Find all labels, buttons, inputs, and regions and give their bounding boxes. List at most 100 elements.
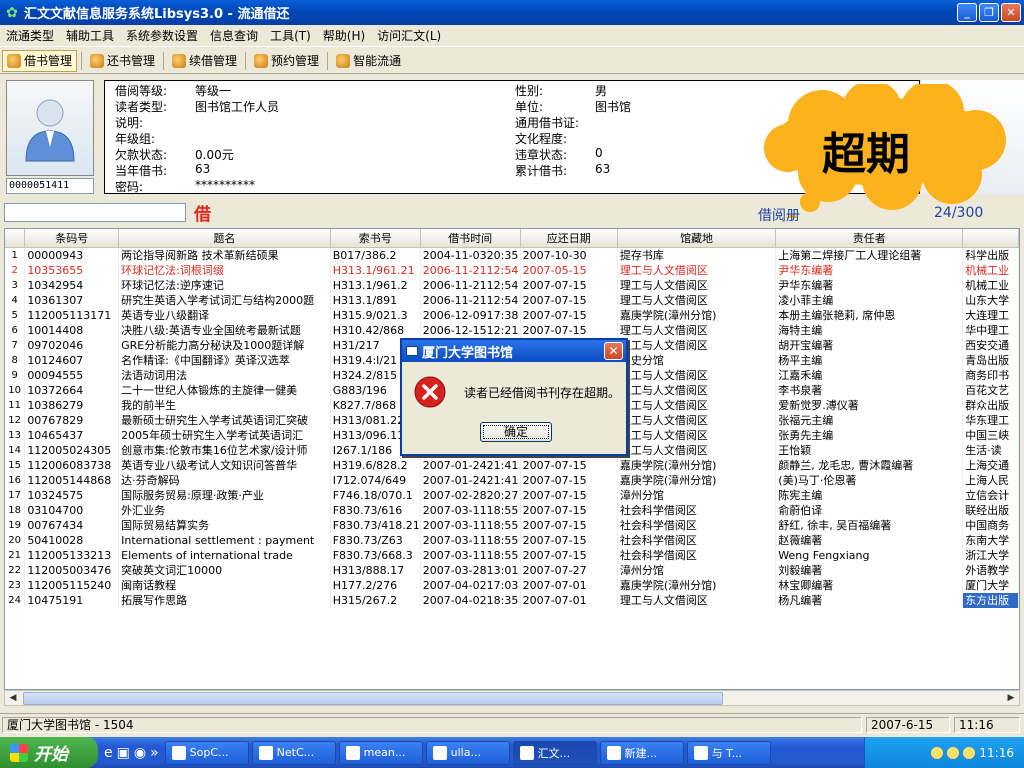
error-icon bbox=[414, 376, 446, 408]
barcode-cell: 112005024305 bbox=[24, 442, 120, 458]
table-row[interactable]: 20 50410028 International settlement : pay… bbox=[5, 532, 1019, 548]
task-list: SopC... NetC... mean... ulla... 汇文... 新建... 与 … bbox=[164, 740, 774, 765]
dialog-title-bar: 厦门大学图书馆 bbox=[402, 340, 626, 362]
reader-id-field[interactable]: 0000051411 bbox=[6, 178, 94, 194]
smart-circulation-button[interactable]: 智能流通 bbox=[332, 50, 405, 72]
title-bar: ✿ 汇文文献信息服务系统Libsys3.0 - 流通借还 _ ❐ ✕ bbox=[0, 0, 1024, 25]
minimize-button[interactable]: _ bbox=[957, 3, 977, 22]
call-number-cell: H313.1/891 bbox=[330, 292, 421, 308]
col-due-date[interactable]: 应还日期 bbox=[520, 229, 618, 248]
menu-tools[interactable]: 工具(T) bbox=[264, 27, 317, 44]
taskbar-task[interactable]: ulla... bbox=[425, 740, 510, 765]
tray-icon[interactable] bbox=[963, 746, 976, 759]
table-row[interactable]: 4 10361307 研究生英语入学考试词汇与结构2000题 H313.1/891 20… bbox=[5, 292, 1019, 308]
borrow-time-cell: 2006-11-2112:54 bbox=[420, 292, 521, 308]
table-row[interactable]: 23 112005115240 闽南话教程 H177.2/276 2007-04-021… bbox=[5, 577, 1019, 593]
user-silhouette-icon bbox=[25, 99, 75, 162]
table-row[interactable]: 21 112005133213 Elements of international … bbox=[5, 547, 1019, 563]
taskbar-task[interactable]: SopC... bbox=[164, 740, 249, 765]
title-cell: 闽南话教程 bbox=[118, 577, 331, 593]
menu-visit-huiwen[interactable]: 访问汇文(L) bbox=[371, 27, 447, 44]
taskbar-task[interactable]: 汇文... bbox=[512, 740, 597, 765]
barcode-cell: 00000943 bbox=[24, 247, 120, 263]
close-button[interactable]: ✕ bbox=[1001, 3, 1021, 22]
publisher-cell: 东方出版 bbox=[962, 592, 1019, 608]
location-cell: 社会科学借阅区 bbox=[617, 532, 777, 548]
menu-aux-tools[interactable]: 辅助工具 bbox=[60, 27, 120, 44]
title-cell: 英语专业八级考试人文知识问答普华 bbox=[118, 457, 331, 473]
status-bar: 厦门大学图书馆 - 1504 2007-6-15 11:16 bbox=[0, 713, 1024, 735]
unit-value: 图书馆 bbox=[595, 100, 632, 114]
table-row[interactable]: 22 112005003476 突破英文词汇10000 H313/888.17 2007… bbox=[5, 562, 1019, 578]
desktop-icon[interactable]: ▣ bbox=[117, 745, 130, 761]
col-title[interactable]: 题名 bbox=[118, 229, 331, 248]
scroll-thumb[interactable] bbox=[23, 692, 723, 705]
reserve-manage-button[interactable]: 预约管理 bbox=[250, 50, 323, 72]
menu-info-query[interactable]: 信息查询 bbox=[204, 27, 264, 44]
table-row[interactable]: 19 00767434 国际贸易结算实务 F830.73/418.21 2007-03-… bbox=[5, 517, 1019, 533]
col-publisher[interactable] bbox=[962, 229, 1019, 248]
taskbar-task[interactable]: 新建... bbox=[599, 740, 684, 765]
col-call-number[interactable]: 索书号 bbox=[330, 229, 421, 248]
table-row[interactable]: 17 10324575 国际服务贸易:原理·政策·产业 F746.18/070.1 20… bbox=[5, 487, 1019, 503]
taskbar-task[interactable]: 与 T... bbox=[686, 740, 771, 765]
col-barcode[interactable]: 条码号 bbox=[24, 229, 120, 248]
more-icon[interactable]: » bbox=[150, 745, 159, 761]
horizontal-scrollbar[interactable]: ◀ ▶ bbox=[4, 690, 1020, 706]
table-row[interactable]: 3 10342954 环球记忆法:逆序速记 H313.1/961.2 2006-11-2… bbox=[5, 277, 1019, 293]
dialog-close-button[interactable]: ✕ bbox=[604, 342, 623, 360]
col-location[interactable]: 馆藏地 bbox=[617, 229, 777, 248]
password-value: ********** bbox=[195, 178, 255, 192]
table-row[interactable]: 15 112006083738 英语专业八级考试人文知识问答普华 H319.6/828… bbox=[5, 457, 1019, 473]
row-index: 23 bbox=[5, 577, 26, 593]
menu-help[interactable]: 帮助(H) bbox=[317, 27, 371, 44]
location-cell: 理工与人文借阅区 bbox=[617, 382, 777, 398]
tray-icon[interactable] bbox=[947, 746, 960, 759]
table-row[interactable]: 24 10475191 拓展写作思路 H315/267.2 2007-04-0218:3… bbox=[5, 592, 1019, 608]
taskbar-task[interactable]: mean... bbox=[338, 740, 423, 765]
return-manage-button[interactable]: 还书管理 bbox=[86, 50, 159, 72]
renew-manage-button[interactable]: 续借管理 bbox=[168, 50, 241, 72]
table-row[interactable]: 2 10353655 环球记忆法:词根词缀 H313.1/961.21 2006-11-… bbox=[5, 262, 1019, 278]
restore-button[interactable]: ❐ bbox=[979, 3, 999, 22]
col-author[interactable]: 责任者 bbox=[775, 229, 964, 248]
scroll-left-icon[interactable]: ◀ bbox=[6, 692, 20, 705]
barcode-cell: 112005144868 bbox=[24, 472, 120, 488]
scroll-right-icon[interactable]: ▶ bbox=[1004, 692, 1018, 705]
table-row[interactable]: 18 03104700 外汇业务 F830.73/616 2007-03-1118:55… bbox=[5, 502, 1019, 518]
start-button[interactable]: 开始 bbox=[0, 737, 98, 768]
table-row[interactable]: 1 00000943 两论指导阅新路 技术革新结硕果 B017/386.2 2004-1… bbox=[5, 247, 1019, 263]
location-cell: 理工与人文借阅区 bbox=[617, 442, 777, 458]
table-row[interactable]: 6 10014408 决胜八级:英语专业全国统考最新试题 H310.42/868 200… bbox=[5, 322, 1019, 338]
title-cell: 2005年硕士研究生入学考试英语词汇 bbox=[118, 427, 331, 443]
due-date-cell: 2007-07-15 bbox=[520, 307, 618, 323]
taskbar-task[interactable]: NetC... bbox=[251, 740, 336, 765]
media-icon[interactable]: ◉ bbox=[134, 745, 146, 761]
col-borrow-time[interactable]: 借书时间 bbox=[420, 229, 521, 248]
borrow-time-cell: 2007-03-1118:55 bbox=[420, 547, 521, 563]
toolbar: 借书管理 还书管理 续借管理 预约管理 智能流通 bbox=[0, 48, 1024, 74]
due-date-cell: 2007-07-15 bbox=[520, 457, 618, 473]
table-row[interactable]: 16 112005144868 达·芬奇解码 I712.074/649 2007-01-… bbox=[5, 472, 1019, 488]
tray-icon[interactable] bbox=[931, 746, 944, 759]
author-cell: 赵薇编著 bbox=[775, 532, 964, 548]
call-number-cell: H177.2/276 bbox=[330, 577, 421, 593]
barcode-cell: 00767829 bbox=[24, 412, 120, 428]
menu-circulation-type[interactable]: 流通类型 bbox=[0, 27, 60, 44]
ok-button[interactable]: 确定 bbox=[480, 422, 552, 442]
barcode-cell: 10124607 bbox=[24, 352, 120, 368]
location-cell: 社会科学借阅区 bbox=[617, 517, 777, 533]
publisher-cell: 联经出版 bbox=[962, 502, 1019, 518]
menu-system-params[interactable]: 系统参数设置 bbox=[120, 27, 204, 44]
title-cell: Elements of international trade bbox=[118, 547, 331, 563]
barcode-input[interactable] bbox=[4, 203, 186, 222]
location-cell: 理工与人文借阅区 bbox=[617, 367, 777, 383]
borrow-manage-button[interactable]: 借书管理 bbox=[2, 49, 78, 72]
author-cell: 俞蔚伯译 bbox=[775, 502, 964, 518]
barcode-cell: 00094555 bbox=[24, 367, 120, 383]
ie-icon[interactable]: e bbox=[104, 745, 113, 761]
table-row[interactable]: 5 112005113171 英语专业八级翻译 H315.9/021.3 2006-12… bbox=[5, 307, 1019, 323]
row-index: 15 bbox=[5, 457, 26, 473]
unit-label: 单位: bbox=[515, 100, 544, 114]
call-number-cell: H313/888.17 bbox=[330, 562, 421, 578]
